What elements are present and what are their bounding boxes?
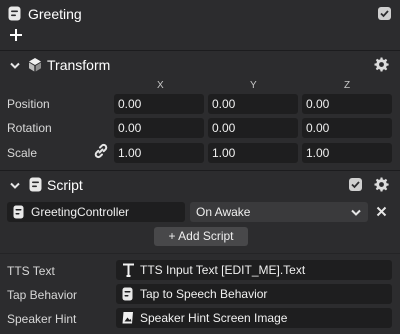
link-icon[interactable] [93,143,109,159]
divider [0,170,400,171]
script-icon [122,287,133,301]
object-enabled-checkbox[interactable] [378,7,391,20]
object-name[interactable]: Greeting [28,5,82,23]
gear-icon[interactable] [374,177,389,192]
position-y-field[interactable]: 0.00 [208,94,298,114]
chevron-down-icon [350,207,362,217]
tts-text-label: TTS Text [7,264,55,278]
chevron-down-icon[interactable] [9,60,21,70]
text-icon [122,263,135,277]
position-label: Position [7,97,50,111]
script-asset-field[interactable]: GreetingController [7,202,185,222]
scale-x-field[interactable]: 1.00 [114,143,204,163]
scale-y-field[interactable]: 1.00 [208,143,298,163]
script-enabled-checkbox[interactable] [349,178,362,191]
gear-icon[interactable] [374,57,389,72]
speaker-hint-label: Speaker Hint [7,312,77,326]
close-icon[interactable] [376,206,387,217]
script-icon [29,177,42,192]
event-dropdown-value: On Awake [196,205,251,219]
script-name: GreetingController [31,205,130,219]
transform-cube-icon [28,57,42,72]
axis-label-x: X [157,80,164,91]
script-title: Script [47,177,83,193]
add-script-label: + Add Script [168,229,234,243]
speaker-hint-value: Speaker Hint Screen Image [140,311,288,325]
position-z-field[interactable]: 0.00 [302,94,392,114]
axis-label-z: Z [344,80,351,91]
axis-label-y: Y [250,80,257,91]
tap-behavior-field[interactable]: Tap to Speech Behavior [116,284,392,304]
position-x-field[interactable]: 0.00 [114,94,204,114]
tap-behavior-value: Tap to Speech Behavior [140,287,268,301]
tap-behavior-label: Tap Behavior [7,288,78,302]
script-icon [13,205,24,219]
tts-text-value: TTS Input Text [EDIT_ME].Text [140,263,306,277]
transform-title: Transform [47,57,111,73]
event-dropdown[interactable]: On Awake [190,202,368,222]
tts-text-field[interactable]: TTS Input Text [EDIT_ME].Text [116,260,392,280]
scale-z-field[interactable]: 1.00 [302,143,392,163]
divider [0,50,400,51]
rotation-label: Rotation [7,121,52,135]
rotation-y-field[interactable]: 0.00 [208,118,298,138]
scale-label: Scale [7,146,38,160]
divider [0,253,400,254]
object-icon [8,6,22,21]
speaker-hint-field[interactable]: Speaker Hint Screen Image [116,308,392,328]
add-component-plus-icon[interactable] [9,28,23,42]
image-icon [121,311,135,325]
add-script-button[interactable]: + Add Script [154,227,248,246]
chevron-down-icon[interactable] [9,180,21,190]
rotation-z-field[interactable]: 0.00 [302,118,392,138]
rotation-x-field[interactable]: 0.00 [114,118,204,138]
